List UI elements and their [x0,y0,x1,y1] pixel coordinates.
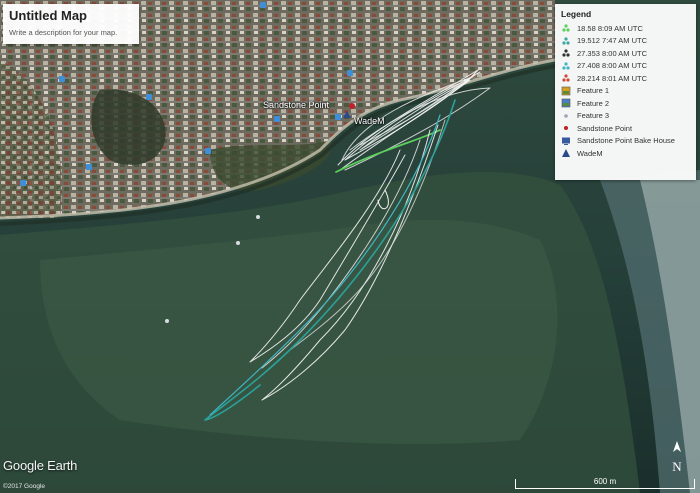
legend-title: Legend [561,9,592,19]
legend-item[interactable]: Feature 3 [561,110,690,123]
scale-bar: 600 m [515,477,695,489]
google-earth-logo: Google Earth [3,458,78,473]
map-description[interactable]: Write a description for your map. [9,28,133,37]
legend-item[interactable]: Sandstone Point Bake House [561,135,690,148]
legend-item[interactable]: 27.353 8:00 AM UTC [561,47,690,60]
point-icon [561,111,571,121]
compass-icon[interactable]: N [666,440,688,476]
legend-item-label: Sandstone Point [577,123,633,133]
screen-icon [561,136,571,146]
image-overlay-icon [561,86,571,96]
legend-item[interactable]: 18.58 8:09 AM UTC [561,22,690,35]
legend-item[interactable]: WadeM [561,147,690,160]
legend-item[interactable]: Feature 2 [561,97,690,110]
legend-item[interactable]: Sandstone Point [561,122,690,135]
legend-item[interactable]: 28.214 8:01 AM UTC [561,72,690,85]
legend-item[interactable]: 19.512 7:47 AM UTC [561,35,690,48]
track-icon [561,23,571,33]
legend-item-label: 27.353 8:00 AM UTC [577,48,648,58]
legend-panel: Legend 18.58 8:09 AM UTC 19.512 7:47 AM U… [555,4,696,180]
place-label-wade-m[interactable]: WadeM [354,116,385,126]
legend-item-label: 18.58 8:09 AM UTC [577,23,643,33]
scale-label: 600 m [593,477,617,486]
legend-item-label: Feature 2 [577,98,610,108]
legend-item[interactable]: Feature 1 [561,85,690,98]
legend-item-label: Sandstone Point Bake House [577,136,675,146]
track-icon [561,36,571,46]
triangle-icon [561,148,571,158]
map-info-card: Untitled Map Write a description for you… [3,4,139,44]
track-icon [561,61,571,71]
copyright-text: ©2017 Google [3,483,46,490]
track-icon [561,73,571,83]
legend-item-label: 27.408 8:00 AM UTC [577,61,648,71]
map-title: Untitled Map [9,8,87,23]
track-icon [561,48,571,58]
legend-item-label: Feature 1 [577,86,610,96]
legend-item-label: 19.512 7:47 AM UTC [577,36,648,46]
legend-item-label: Feature 3 [577,111,610,121]
place-label-sandstone-point[interactable]: Sandstone Point [263,100,329,110]
legend-item-label: WadeM [577,148,603,158]
pin-icon [561,123,571,133]
legend-item[interactable]: 27.408 8:00 AM UTC [561,60,690,73]
compass-label: N [672,459,682,474]
image-overlay-icon [561,98,571,108]
legend-item-label: 28.214 8:01 AM UTC [577,73,648,83]
